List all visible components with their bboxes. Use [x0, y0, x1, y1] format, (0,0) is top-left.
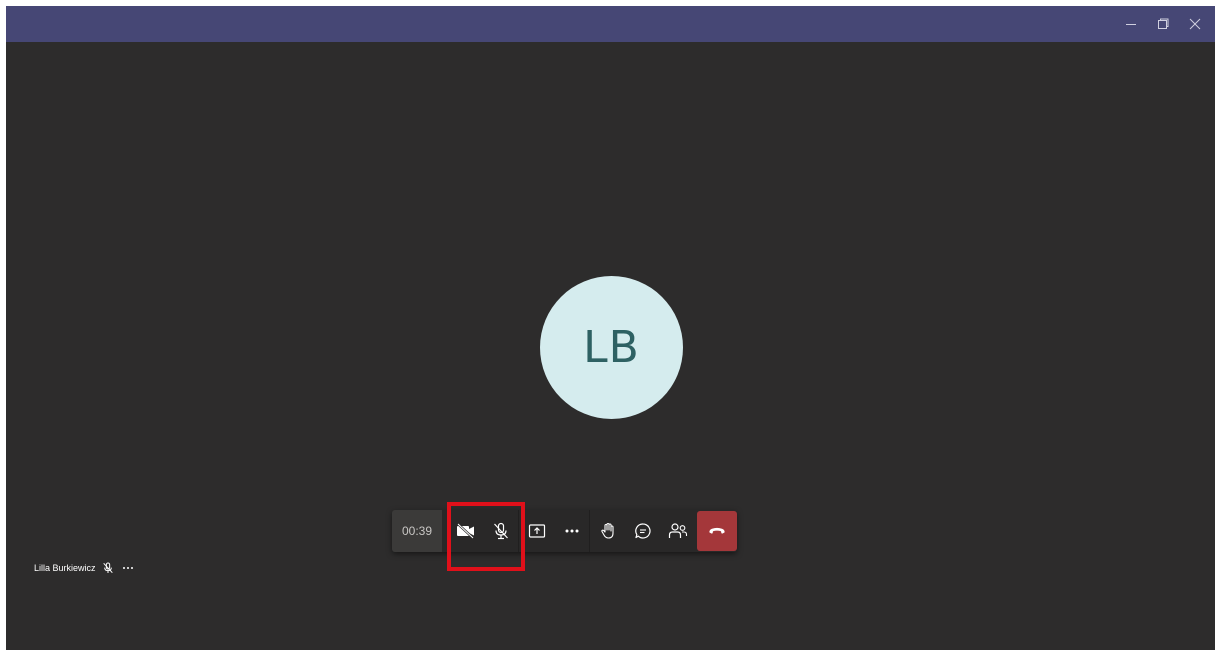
restore-icon: [1158, 18, 1169, 29]
participants-button[interactable]: [660, 510, 695, 552]
participant-more-button[interactable]: [122, 566, 134, 570]
call-stage: LB 00:39 Lilla Burkiewicz: [6, 42, 1215, 650]
hang-up-icon: [709, 527, 725, 534]
hang-up-button[interactable]: [697, 511, 737, 551]
mic-toggle-button[interactable]: [483, 510, 518, 552]
more-actions-button[interactable]: [554, 510, 589, 552]
chat-button[interactable]: [625, 510, 660, 552]
minimize-icon: [1126, 24, 1136, 25]
more-icon: [122, 567, 133, 569]
minimize-button[interactable]: [1115, 6, 1147, 42]
avatar: LB: [540, 276, 683, 419]
teams-call-window: LB 00:39 Lilla Burkiewicz: [6, 6, 1215, 650]
mic-off-icon: [493, 522, 508, 540]
close-icon: [1189, 18, 1201, 30]
camera-toggle-button[interactable]: [448, 510, 483, 552]
participant-mic: [102, 562, 114, 574]
share-screen-button[interactable]: [519, 510, 554, 552]
raise-hand-button[interactable]: [590, 510, 625, 552]
close-button[interactable]: [1179, 6, 1211, 42]
raise-hand-icon: [600, 522, 614, 539]
more-actions-icon: [565, 529, 578, 533]
window-controls: [1115, 6, 1211, 42]
call-controls-bar: 00:39: [392, 510, 737, 552]
title-bar: [6, 6, 1215, 42]
call-timer: 00:39: [392, 510, 442, 552]
mic-off-icon: [102, 562, 113, 574]
participant-name: Lilla Burkiewicz: [34, 563, 96, 573]
participant-label: Lilla Burkiewicz: [34, 562, 134, 574]
participants-icon: [668, 523, 687, 538]
share-screen-icon: [528, 524, 545, 538]
restore-button[interactable]: [1147, 6, 1179, 42]
avatar-initials: LB: [583, 322, 640, 373]
camera-off-icon: [456, 523, 474, 539]
chat-icon: [634, 523, 651, 539]
